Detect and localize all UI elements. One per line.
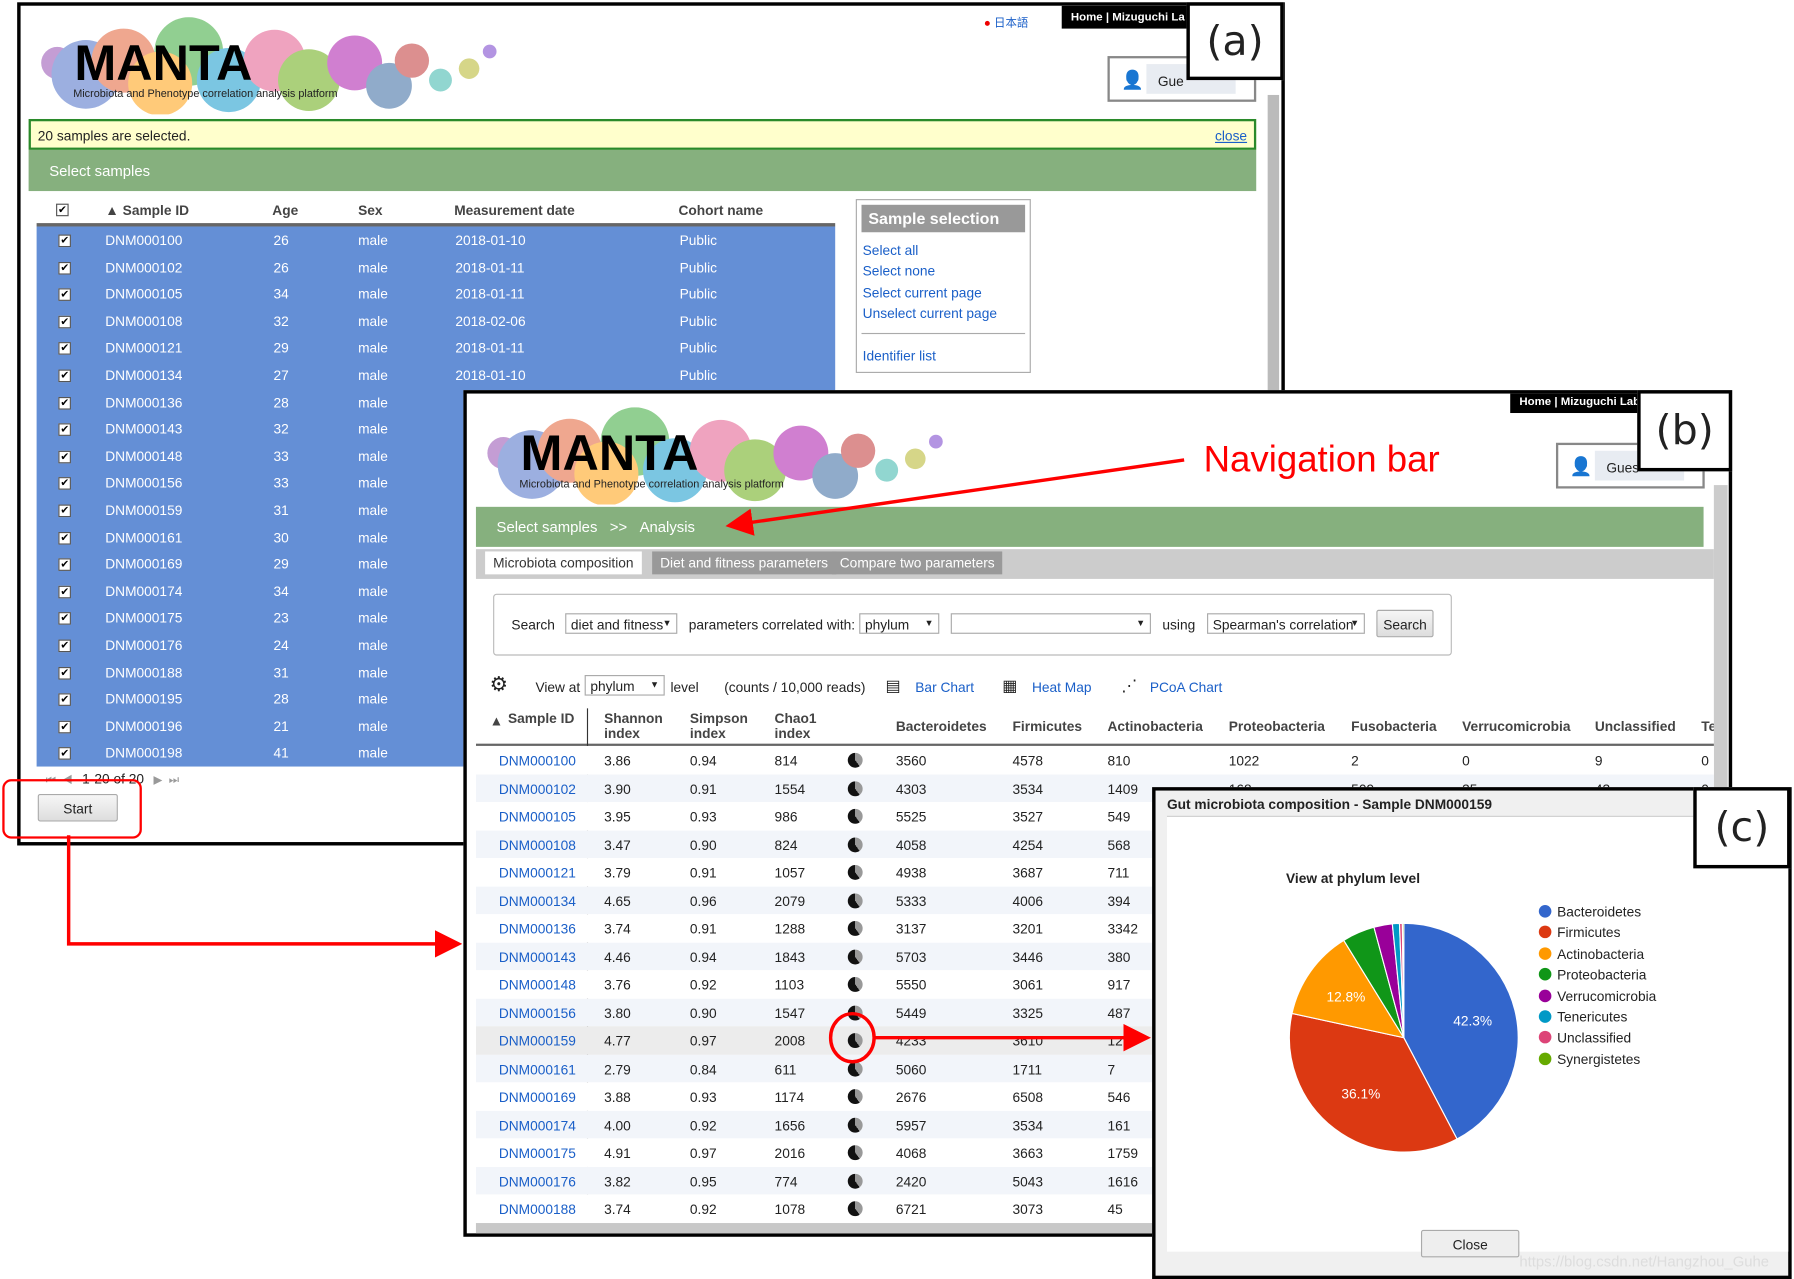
annotation-arrows — [66, 458, 1185, 1064]
pie-icon-highlight — [828, 1011, 876, 1064]
start-to-analysis-arrow — [66, 835, 463, 958]
navigation-bar-arrow — [725, 458, 1185, 536]
figure: MANTA Microbiota and Phenotype correlati… — [0, 0, 1794, 1279]
